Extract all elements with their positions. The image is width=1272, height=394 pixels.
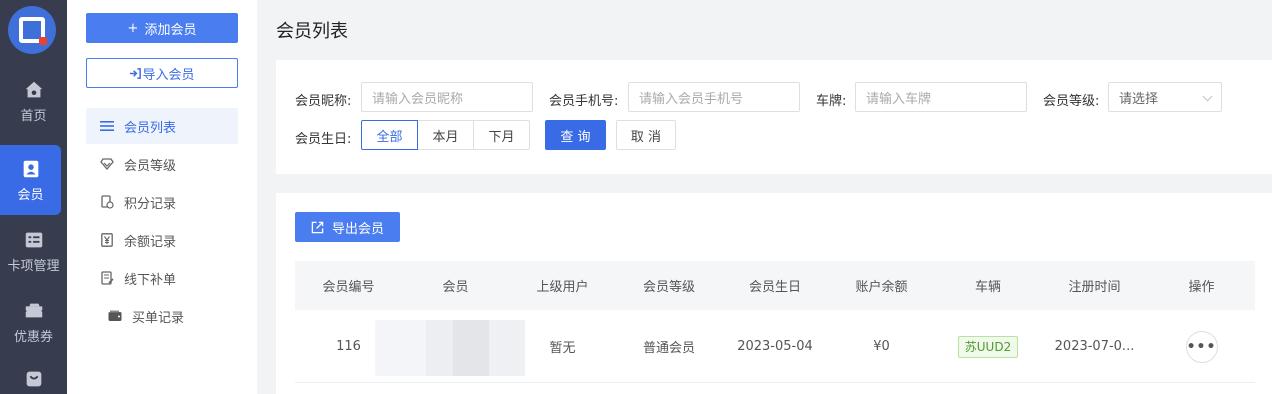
menu-item-label: 积分记录 [124, 196, 177, 212]
table-header: 会员编号 会员 上级用户 会员等级 会员生日 账户余额 车辆 注册时间 操作 [295, 261, 1255, 310]
col-birthday: 会员生日 [748, 280, 801, 295]
level-select[interactable]: 请选择 [1108, 82, 1222, 112]
shopping-bag-icon [26, 371, 41, 387]
menu-item-points-record[interactable]: 积分记录 [86, 184, 238, 220]
export-member-button[interactable]: 导出会员 [295, 212, 400, 242]
card-list-icon [25, 232, 42, 247]
menu-item-label: 会员等级 [124, 158, 177, 174]
left-rail: 首页 会员 卡项管理 优惠券 [0, 0, 67, 394]
phone-label: 会员手机号: [549, 94, 619, 109]
table-row[interactable]: 116 暂无 普通会员 2023-05-04 ¥0 苏UUD2 2023-07-… [295, 310, 1255, 383]
cancel-button[interactable]: 取 消 [616, 120, 676, 150]
plus-icon: + [127, 20, 139, 36]
rail-item-shop[interactable] [0, 358, 67, 394]
col-actions: 操作 [1188, 280, 1215, 295]
birthday-option-next-month[interactable]: 下月 [473, 120, 530, 150]
app-logo[interactable] [8, 6, 56, 54]
import-member-button[interactable]: 导入会员 [86, 58, 238, 88]
menu-item-label: 线下补单 [124, 272, 177, 288]
birthday-option-this-month[interactable]: 本月 [417, 120, 474, 150]
more-actions-button[interactable]: ••• [1185, 330, 1218, 363]
menu-item-label: 买单记录 [132, 310, 185, 326]
query-button[interactable]: 查 询 [545, 120, 606, 150]
menu-item-member-list[interactable]: 会员列表 [86, 108, 238, 144]
rail-item-label: 会员 [17, 187, 44, 203]
nickname-label: 会员昵称: [295, 94, 352, 109]
rail-item-member[interactable]: 会员 [0, 145, 61, 215]
more-icon: ••• [1186, 338, 1217, 355]
add-member-button[interactable]: + 添加会员 [86, 13, 238, 43]
level-label: 会员等级: [1043, 94, 1100, 109]
coupon-icon [25, 303, 42, 317]
menu-item-member-level[interactable]: 会员等级 [86, 146, 238, 182]
rail-item-label: 卡项管理 [7, 258, 60, 274]
cell-vehicle: 苏UUD2 [935, 310, 1041, 383]
list-icon [100, 119, 114, 133]
menu-item-label: 余额记录 [124, 234, 177, 250]
import-icon [130, 67, 142, 79]
plate-label: 车牌: [816, 94, 847, 109]
points-icon [100, 195, 114, 209]
rail-item-label: 首页 [20, 108, 47, 124]
add-member-label: 添加会员 [144, 22, 197, 38]
export-icon [311, 221, 324, 233]
rail-item-home[interactable]: 首页 [0, 66, 67, 136]
secondary-menu: + 添加会员 导入会员 会员列表 会员等级 积分记录 余额记录 线下补单 买单记… [67, 0, 257, 394]
license-plate-tag: 苏UUD2 [957, 335, 1019, 358]
wallet-icon [108, 309, 122, 323]
rail-item-coupons[interactable]: 优惠券 [0, 287, 67, 357]
phone-input[interactable]: 请输入会员手机号 [628, 82, 800, 112]
cell-parent-user: 暂无 [549, 341, 576, 356]
cell-registered: 2023-07-0... [1054, 339, 1135, 354]
menu-item-label: 会员列表 [124, 120, 177, 136]
rail-item-cards[interactable]: 卡项管理 [0, 216, 67, 286]
level-select-value: 请选择 [1119, 91, 1159, 107]
order-edit-icon [100, 271, 114, 285]
menu-item-balance-record[interactable]: 余额记录 [86, 222, 238, 258]
chevron-down-icon [1202, 91, 1213, 102]
menu-item-bill-record[interactable]: 买单记录 [86, 298, 238, 334]
birthday-label: 会员生日: [295, 132, 352, 147]
cell-balance: ¥0 [873, 339, 890, 354]
home-icon [25, 81, 42, 97]
nickname-input[interactable]: 请输入会员昵称 [361, 82, 533, 112]
import-member-label: 导入会员 [142, 67, 195, 83]
col-member-level: 会员等级 [642, 280, 695, 295]
export-member-label: 导出会员 [331, 221, 384, 237]
col-member-id: 会员编号 [322, 280, 375, 295]
col-parent-user: 上级用户 [536, 280, 589, 295]
filter-panel: 会员昵称: 请输入会员昵称 会员手机号: 请输入会员手机号 车牌: 请输入车牌 … [276, 60, 1272, 174]
cell-birthday: 2023-05-04 [737, 339, 813, 354]
plate-input[interactable]: 请输入车牌 [855, 82, 1027, 112]
birthday-option-all[interactable]: 全部 [361, 120, 418, 150]
member-table-panel: 导出会员 会员编号 会员 上级用户 会员等级 会员生日 账户余额 车辆 注册时间… [276, 193, 1272, 394]
logo-glyph-icon [19, 17, 47, 45]
menu-item-offline-order[interactable]: 线下补单 [86, 260, 238, 296]
diamond-icon [100, 157, 114, 171]
rail-item-label: 优惠券 [13, 329, 53, 345]
member-avatar-blurred [375, 320, 525, 376]
member-card-icon [23, 160, 38, 177]
cell-member-level: 普通会员 [642, 341, 695, 356]
yen-icon [100, 233, 114, 247]
col-registered: 注册时间 [1068, 280, 1121, 295]
page-title: 会员列表 [276, 21, 348, 42]
col-member: 会员 [442, 280, 469, 295]
col-vehicle: 车辆 [974, 280, 1001, 295]
cell-actions: ••• [1148, 310, 1255, 383]
col-balance: 账户余额 [855, 280, 908, 295]
